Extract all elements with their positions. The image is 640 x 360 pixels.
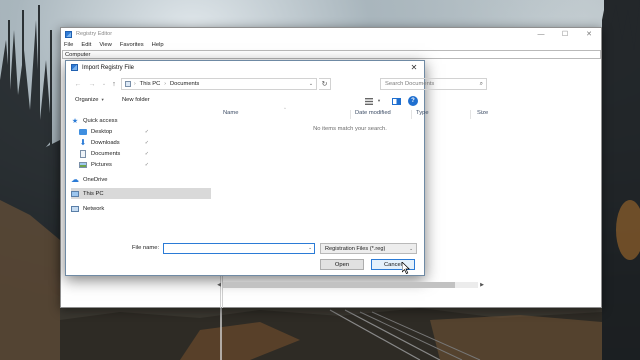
- pin-icon: ✓: [144, 139, 149, 146]
- menu-view[interactable]: View: [99, 42, 111, 48]
- desktop-folder-icon: [79, 128, 87, 136]
- registry-app-icon: [71, 64, 78, 71]
- dialog-toolbar: Organize ▾ New folder ▾ ?: [66, 94, 426, 108]
- close-button[interactable]: ✕: [577, 28, 601, 40]
- pin-icon: ✓: [144, 150, 149, 157]
- recent-locations-chevron-icon[interactable]: ⌄: [99, 79, 109, 89]
- downloads-icon: ⬇: [79, 138, 87, 147]
- regedit-address-bar[interactable]: Computer: [62, 50, 601, 59]
- preview-pane-icon[interactable]: [391, 96, 401, 106]
- scroll-right-icon[interactable]: ▶: [478, 281, 486, 289]
- file-name-input[interactable]: [164, 244, 300, 253]
- search-box[interactable]: ⌕: [380, 78, 487, 90]
- column-header-type[interactable]: Type: [416, 110, 429, 116]
- maximize-button[interactable]: ☐: [553, 28, 577, 40]
- file-type-select[interactable]: Registration Files (*.reg) ⌄: [320, 243, 417, 254]
- nav-item-pictures[interactable]: Pictures ✓: [71, 159, 151, 170]
- computer-icon: [71, 190, 79, 198]
- column-header-size[interactable]: Size: [477, 110, 488, 116]
- dialog-footer: File name: ⌄ Registration Files (*.reg) …: [66, 242, 426, 277]
- nav-item-label: OneDrive: [83, 176, 108, 183]
- nav-item-label: Quick access: [83, 117, 118, 124]
- nav-item-label: Desktop: [91, 128, 113, 135]
- column-divider[interactable]: [470, 110, 471, 119]
- dialog-title: Import Registry File: [82, 64, 135, 71]
- nav-item-documents[interactable]: Documents ✓: [71, 148, 151, 159]
- file-name-label: File name:: [132, 245, 160, 251]
- nav-item-network[interactable]: Network: [71, 203, 151, 214]
- breadcrumb[interactable]: › This PC › Documents ⌄: [121, 78, 317, 90]
- registry-app-icon: [65, 30, 72, 38]
- search-icon[interactable]: ⌕: [480, 81, 483, 88]
- horizontal-scrollbar[interactable]: ◀ ▶: [215, 281, 486, 289]
- regedit-address-text: Computer: [65, 51, 91, 58]
- search-input[interactable]: [385, 79, 473, 89]
- chevron-down-icon: ⌄: [409, 246, 413, 251]
- chevron-right-icon: ›: [164, 81, 166, 87]
- scroll-left-icon[interactable]: ◀: [215, 281, 223, 289]
- nav-item-label: Downloads: [91, 139, 120, 146]
- open-button[interactable]: Open: [320, 259, 364, 270]
- scrollbar-track[interactable]: [223, 282, 478, 288]
- chevron-down-icon: ▾: [101, 97, 104, 102]
- column-header-date-modified[interactable]: Date modified: [355, 110, 391, 116]
- back-arrow-icon[interactable]: ←: [73, 79, 83, 89]
- menu-favorites[interactable]: Favorites: [120, 42, 144, 48]
- nav-item-downloads[interactable]: ⬇ Downloads ✓: [71, 137, 151, 148]
- documents-icon: [79, 149, 87, 158]
- forward-arrow-icon[interactable]: →: [87, 79, 97, 89]
- nav-item-desktop[interactable]: Desktop ✓: [71, 126, 151, 137]
- empty-folder-message: No items match your search.: [313, 126, 387, 132]
- scrollbar-thumb[interactable]: [223, 282, 455, 288]
- chevron-right-icon: ›: [134, 81, 136, 87]
- view-options-chevron-icon[interactable]: ▾: [374, 96, 384, 106]
- pin-icon: ✓: [144, 161, 149, 168]
- this-pc-icon: [125, 81, 131, 87]
- nav-item-label: Documents: [91, 150, 121, 157]
- nav-item-this-pc[interactable]: This PC: [71, 188, 211, 199]
- mouse-cursor-icon: [402, 262, 410, 274]
- import-registry-dialog: Import Registry File ✕ ← → ⌄ ↑ › This PC…: [65, 60, 488, 288]
- column-divider[interactable]: [350, 110, 351, 119]
- regedit-menubar: File Edit View Favorites Help: [61, 40, 601, 50]
- file-name-combobox[interactable]: ⌄: [163, 243, 315, 254]
- regedit-window-controls: — ☐ ✕: [529, 28, 601, 40]
- nav-item-onedrive[interactable]: ☁ OneDrive: [71, 174, 151, 185]
- sort-caret-icon: ^: [284, 106, 286, 111]
- change-view-icon[interactable]: [364, 96, 374, 106]
- up-arrow-icon[interactable]: ↑: [109, 79, 119, 89]
- pin-icon: ✓: [144, 128, 149, 135]
- new-folder-button[interactable]: New folder: [122, 97, 150, 103]
- new-folder-label: New folder: [122, 97, 150, 103]
- star-icon: ★: [71, 117, 79, 125]
- help-icon[interactable]: ?: [408, 96, 418, 106]
- organize-button[interactable]: Organize ▾: [75, 97, 104, 103]
- chevron-down-icon[interactable]: ⌄: [306, 79, 316, 89]
- organize-label: Organize: [75, 97, 99, 103]
- nav-item-label: Pictures: [91, 161, 112, 168]
- dialog-titlebar: Import Registry File ✕: [66, 61, 424, 74]
- breadcrumb-documents[interactable]: Documents: [170, 81, 199, 87]
- nav-item-label: This PC: [83, 190, 104, 197]
- dialog-close-button[interactable]: ✕: [408, 62, 420, 73]
- refresh-icon[interactable]: ↻: [319, 78, 331, 90]
- column-header-name[interactable]: Name: [223, 110, 238, 116]
- network-icon: [71, 205, 79, 213]
- nav-item-quick-access[interactable]: ★ Quick access: [71, 115, 151, 126]
- menu-file[interactable]: File: [64, 42, 73, 48]
- breadcrumb-this-pc[interactable]: This PC: [140, 81, 161, 87]
- pictures-icon: [79, 161, 87, 169]
- menu-help[interactable]: Help: [152, 42, 164, 48]
- regedit-titlebar: Registry Editor: [61, 28, 601, 40]
- dialog-navigation-bar: ← → ⌄ ↑ › This PC › Documents ⌄ ↻ ⌕: [66, 76, 487, 92]
- column-divider[interactable]: [411, 110, 412, 119]
- nav-item-label: Network: [83, 205, 105, 212]
- chevron-down-icon[interactable]: ⌄: [308, 245, 312, 251]
- regedit-title: Registry Editor: [76, 31, 113, 37]
- minimize-button[interactable]: —: [529, 28, 553, 40]
- file-type-value: Registration Files (*.reg): [325, 245, 386, 252]
- navigation-pane: ★ Quick access Desktop ✓ ⬇ Downloads ✓ D…: [71, 111, 211, 231]
- cloud-icon: ☁: [71, 175, 79, 184]
- menu-edit[interactable]: Edit: [81, 42, 91, 48]
